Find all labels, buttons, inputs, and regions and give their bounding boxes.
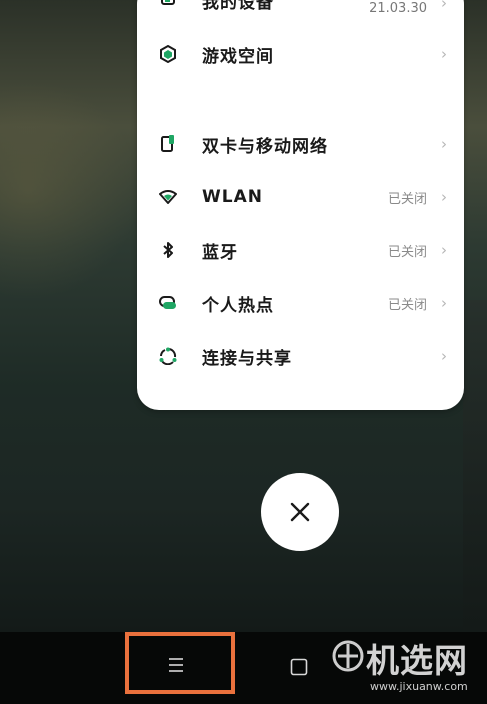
settings-item-label: 双卡与移动网络: [202, 136, 328, 157]
game-space-icon: [159, 45, 177, 63]
chevron-right-icon: ›: [441, 0, 447, 12]
settings-item-label: 蓝牙: [202, 242, 238, 263]
connection-share-icon: [159, 347, 177, 365]
clear-recents-button[interactable]: [261, 473, 339, 551]
settings-item-label: 我的设备: [202, 0, 274, 13]
device-icon: [159, 0, 177, 6]
settings-item-label: 连接与共享: [202, 348, 292, 369]
settings-item-bluetooth[interactable]: 蓝牙 已关闭 ›: [137, 228, 464, 272]
chevron-right-icon: ›: [441, 45, 447, 63]
sim-card-icon: [159, 135, 177, 153]
bluetooth-icon: [159, 241, 177, 259]
watermark-url: www.jixuanw.com: [370, 680, 468, 693]
settings-item-hotspot[interactable]: 个人热点 已关闭 ›: [137, 281, 464, 325]
wlan-status: 已关闭: [387, 191, 427, 207]
watermark-logo-text: 机选网: [366, 641, 468, 680]
bluetooth-status: 已关闭: [387, 244, 427, 260]
chevron-right-icon: ›: [441, 188, 447, 206]
settings-item-label: 游戏空间: [202, 46, 274, 67]
wallpaper-glow: [0, 80, 140, 300]
watermark: 机选网 www.jixuanw.com: [330, 628, 487, 704]
hotspot-status: 已关闭: [387, 297, 427, 313]
hotspot-icon: [159, 294, 177, 312]
device-date: 21.03.30: [369, 1, 427, 16]
watermark-logo-icon: [332, 640, 364, 672]
settings-item-label: WLAN: [202, 187, 263, 207]
chevron-right-icon: ›: [441, 135, 447, 153]
menu-button-highlight: [125, 632, 235, 694]
adjacent-app-edge: [463, 300, 487, 630]
settings-item-connection-share[interactable]: 连接与共享 ›: [137, 334, 464, 378]
settings-item-game-space[interactable]: 游戏空间 ›: [137, 32, 464, 76]
settings-item-dual-sim[interactable]: 双卡与移动网络 ›: [137, 122, 464, 166]
chevron-right-icon: ›: [441, 347, 447, 365]
settings-item-my-device[interactable]: 我的设备 21.03.30 ›: [137, 0, 464, 26]
home-button[interactable]: [290, 658, 308, 676]
wifi-icon: [159, 188, 177, 206]
chevron-right-icon: ›: [441, 241, 447, 259]
settings-item-wlan[interactable]: WLAN 已关闭 ›: [137, 175, 464, 219]
settings-app-card[interactable]: 我的设备 21.03.30 › 游戏空间 › 双卡与移动网络 › WLAN 已关…: [137, 0, 464, 410]
home-icon: [290, 658, 308, 676]
chevron-right-icon: ›: [441, 294, 447, 312]
settings-item-label: 个人热点: [202, 295, 274, 316]
close-icon: [290, 502, 310, 522]
